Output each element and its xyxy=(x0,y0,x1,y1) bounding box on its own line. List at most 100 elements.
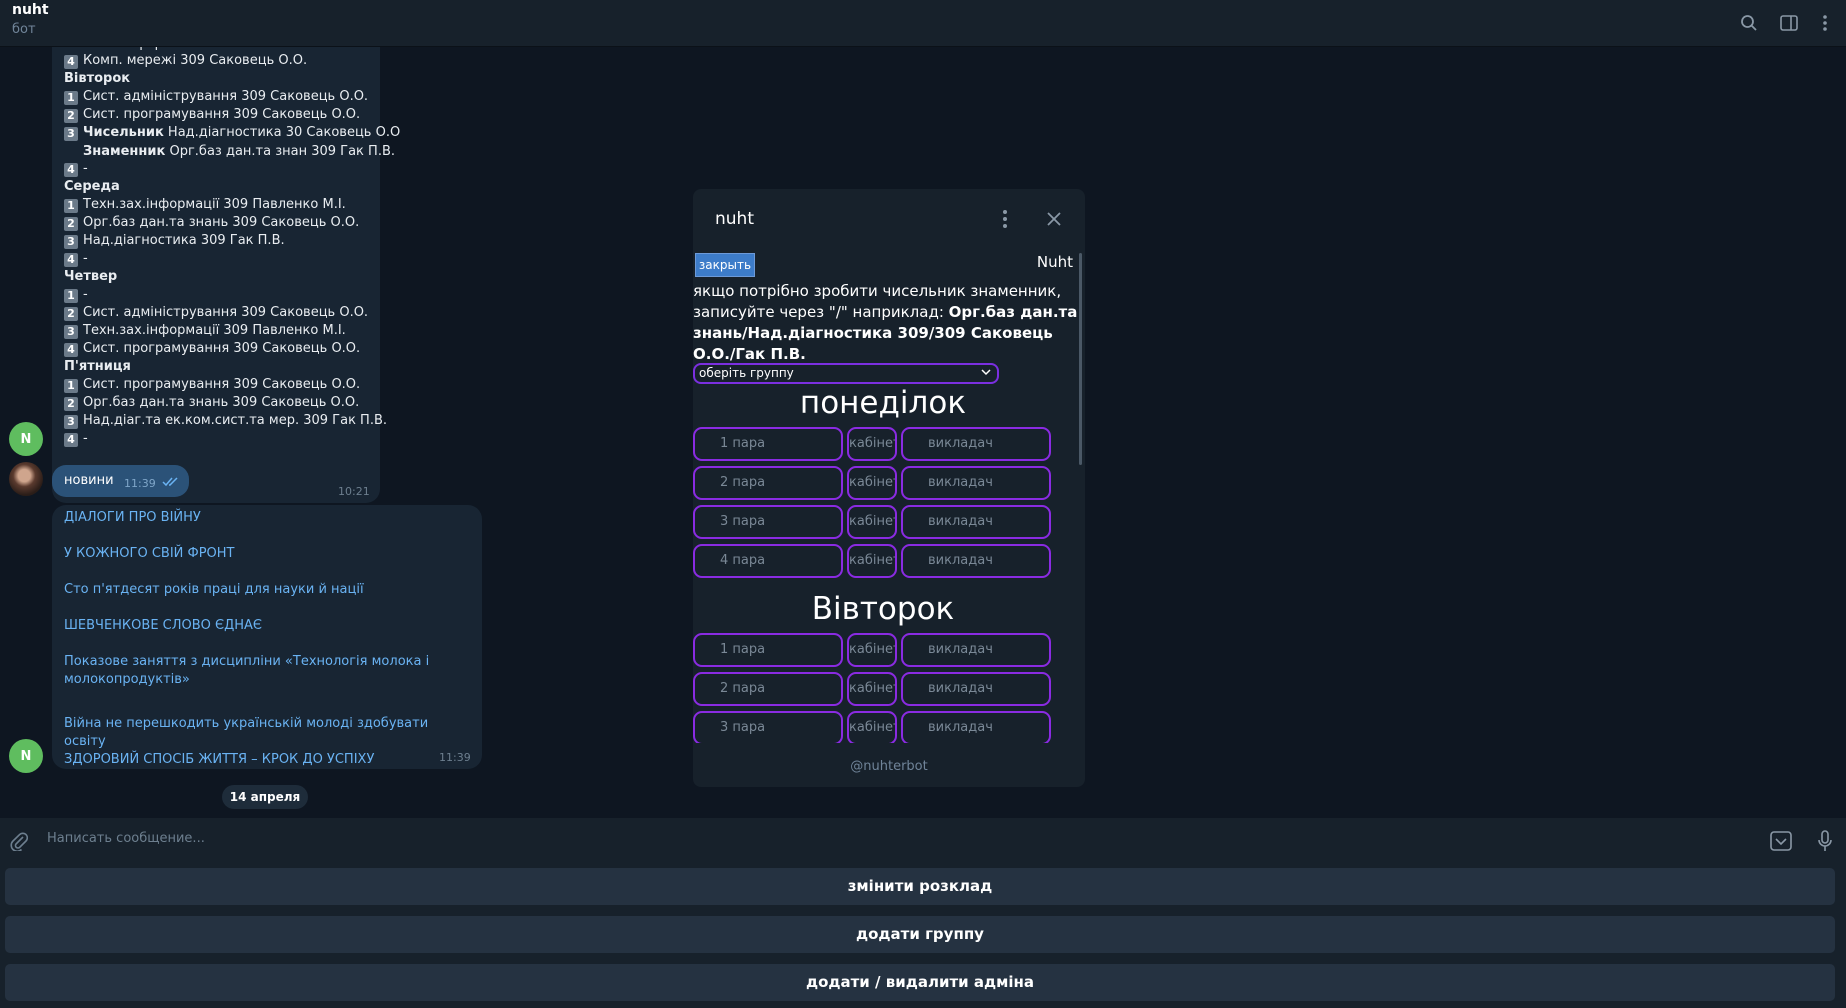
schedule-day-heading: Четвер xyxy=(64,268,380,286)
group-select[interactable]: оберіть группу xyxy=(693,363,999,384)
outgoing-message: новини 11:39 xyxy=(52,465,189,497)
lesson-text: Сист. програмування 309 Саковець О.О. xyxy=(83,377,361,392)
lesson-text: Сист. програмування 309 Саковець О.О. xyxy=(83,107,361,122)
teacher-input[interactable]: викладач xyxy=(901,672,1051,706)
bot-avatar[interactable]: N xyxy=(9,739,43,773)
room-input[interactable]: кабінет xyxy=(847,544,897,578)
lesson-text: Над.діаг.та ек.ком.сист.та мер. 309 Гак … xyxy=(83,413,388,428)
room-input[interactable]: кабінет xyxy=(847,427,897,461)
schedule-lines: Технол.форм.309 Павленко М.І. 4 Комп. мере… xyxy=(64,47,400,448)
chat-subtitle: бот xyxy=(12,22,36,37)
scrollbar[interactable] xyxy=(1079,253,1082,465)
bot-name: Nuht xyxy=(1036,253,1073,271)
room-input[interactable]: кабінет xyxy=(847,466,897,500)
more-vertical-icon[interactable] xyxy=(993,207,1017,231)
number-keycap: 4 xyxy=(64,55,78,69)
schedule-line: 2 Сист. програмування 309 Саковець О.О. xyxy=(64,106,380,124)
message-time: 11:39 xyxy=(124,477,156,490)
lesson-text: Над.діагностика 309 Гак П.В. xyxy=(83,233,285,248)
sidebar-toggle-icon[interactable] xyxy=(1776,10,1802,36)
number-keycap: 2 xyxy=(64,109,78,123)
user-avatar[interactable] xyxy=(9,462,43,496)
chevron-down-icon xyxy=(981,365,991,382)
number-keycap: 3 xyxy=(64,325,78,339)
date-separator: 14 апреля xyxy=(222,785,308,809)
schedule-line: 3 Техн.зах.інформації 309 Павленко М.І. xyxy=(64,322,380,340)
news-link[interactable]: ДІАЛОГИ ПРО ВІЙНУ xyxy=(64,509,444,527)
room-input[interactable]: кабінет xyxy=(847,633,897,667)
bot-avatar[interactable]: N xyxy=(9,422,43,456)
schedule-line: 2 Сист. адміністрування 309 Саковець О.О. xyxy=(64,304,380,322)
room-input[interactable]: кабінет xyxy=(847,711,897,743)
number-keycap: 1 xyxy=(64,91,78,105)
room-input[interactable]: кабінет xyxy=(847,505,897,539)
news-link[interactable]: ШЕВЧЕНКОВЕ СЛОВО ЄДНАЄ xyxy=(64,617,444,635)
number-keycap: 1 xyxy=(64,289,78,303)
pair-input[interactable]: 1 пара xyxy=(693,633,843,667)
schedule-line: 4- xyxy=(64,160,380,178)
lesson-text: Техн.зах.інформації 309 Павленко М.І. xyxy=(83,197,346,212)
schedule-line: 1 Сист. адміністрування 309 Саковець О.О. xyxy=(64,88,380,106)
teacher-input[interactable]: викладач xyxy=(901,427,1051,461)
pair-input[interactable]: 3 пара xyxy=(693,711,843,743)
change-schedule-button[interactable]: змінити розклад xyxy=(5,868,1835,905)
add-group-button[interactable]: додати группу xyxy=(5,916,1835,953)
schedule-line: Знаменник Орг.баз дан.та знан 309 Гак П.… xyxy=(64,142,395,160)
number-keycap: 4 xyxy=(64,343,78,357)
number-keycap: 1 xyxy=(64,379,78,393)
news-message: ДІАЛОГИ ПРО ВІЙНУ У КОЖНОГО СВІЙ ФРОНТ С… xyxy=(52,505,482,769)
schedule-line: 4 Сист. програмування 309 Саковець О.О. xyxy=(64,340,380,358)
news-link[interactable]: У КОЖНОГО СВІЙ ФРОНТ xyxy=(64,545,444,563)
news-link[interactable]: Показове заняття з дисципліни «Технологі… xyxy=(64,653,444,689)
teacher-input[interactable]: викладач xyxy=(901,633,1051,667)
close-button[interactable]: закрыть xyxy=(695,253,755,277)
schedule-line: 1 Техн.зах.інформації 309 Павленко М.І. xyxy=(64,196,380,214)
message-time: 11:39 xyxy=(439,751,471,764)
schedule-line: 1 Сист. програмування 309 Саковець О.О. xyxy=(64,376,380,394)
schedule-line: 2 Орг.баз дан.та знань 309 Саковець О.О. xyxy=(64,394,380,412)
room-input[interactable]: кабінет xyxy=(847,672,897,706)
pair-input[interactable]: 4 пара xyxy=(693,544,843,578)
chat-title[interactable]: nuht xyxy=(12,2,49,18)
teacher-input[interactable]: викладач xyxy=(901,544,1051,578)
teacher-input[interactable]: викладач xyxy=(901,505,1051,539)
keyboard-toggle-icon[interactable] xyxy=(1768,828,1794,854)
news-link[interactable]: Сто п'ятдесят років праці для науки й на… xyxy=(64,581,444,599)
lesson-text: Сист. адміністрування 309 Саковець О.О. xyxy=(83,305,369,320)
day-name: П'ятниця xyxy=(64,359,131,374)
attach-icon[interactable] xyxy=(6,828,32,854)
more-vertical-icon[interactable] xyxy=(1812,10,1838,36)
schedule-line: 1- xyxy=(64,286,380,304)
schedule-day-heading: П'ятниця xyxy=(64,358,380,376)
news-link[interactable]: ЗДОРОВИЙ СПОСІБ ЖИТТЯ – КРОК ДО УСПІХУ xyxy=(64,751,444,769)
pair-input[interactable]: 2 пара xyxy=(693,466,843,500)
microphone-icon[interactable] xyxy=(1812,828,1838,854)
news-link[interactable]: Війна не перешкодить українській молоді … xyxy=(64,715,444,751)
week-type-label: Знаменник xyxy=(83,144,166,159)
chat-header: nuht бот xyxy=(0,0,1846,47)
number-keycap: 3 xyxy=(64,127,78,141)
schedule-day-heading: Середа xyxy=(64,178,380,196)
lesson-text: Технол.форм.309 Павленко М.І. xyxy=(83,47,299,51)
search-icon[interactable] xyxy=(1736,10,1762,36)
lesson-text: Орг.баз дан.та знан 309 Гак П.В. xyxy=(165,144,396,159)
pair-input[interactable]: 1 пара xyxy=(693,427,843,461)
number-keycap: 4 xyxy=(64,253,78,267)
number-keycap: 4 xyxy=(64,433,78,447)
pair-input[interactable]: 2 пара xyxy=(693,672,843,706)
schedule-line: 4 Комп. мережі 309 Саковець О.О. xyxy=(64,52,380,70)
teacher-input[interactable]: викладач xyxy=(901,466,1051,500)
pair-input[interactable]: 3 пара xyxy=(693,505,843,539)
close-icon[interactable] xyxy=(1042,207,1066,231)
lesson-text: Техн.зах.інформації 309 Павленко М.І. xyxy=(83,323,346,338)
lesson-text: Над.діагностика 30 Саковець О.О xyxy=(163,125,401,140)
lesson-text: Орг.баз дан.та знань 309 Саковець О.О. xyxy=(83,395,360,410)
message-input[interactable]: Написать сообщение... xyxy=(47,831,205,846)
webapp-popup: nuht закрыть Nuht якщо потрібно зробити … xyxy=(693,189,1085,787)
week-type-label: Чисельник xyxy=(83,125,164,140)
teacher-input[interactable]: викладач xyxy=(901,711,1051,743)
lesson-text: Сист. програмування 309 Саковець О.О. xyxy=(83,341,361,356)
webapp-content[interactable]: закрыть Nuht якщо потрібно зробити чисел… xyxy=(693,249,1079,743)
schedule-day-heading: Вівторок xyxy=(64,70,380,88)
add-remove-admin-button[interactable]: додати / видалити адміна xyxy=(5,964,1835,1001)
